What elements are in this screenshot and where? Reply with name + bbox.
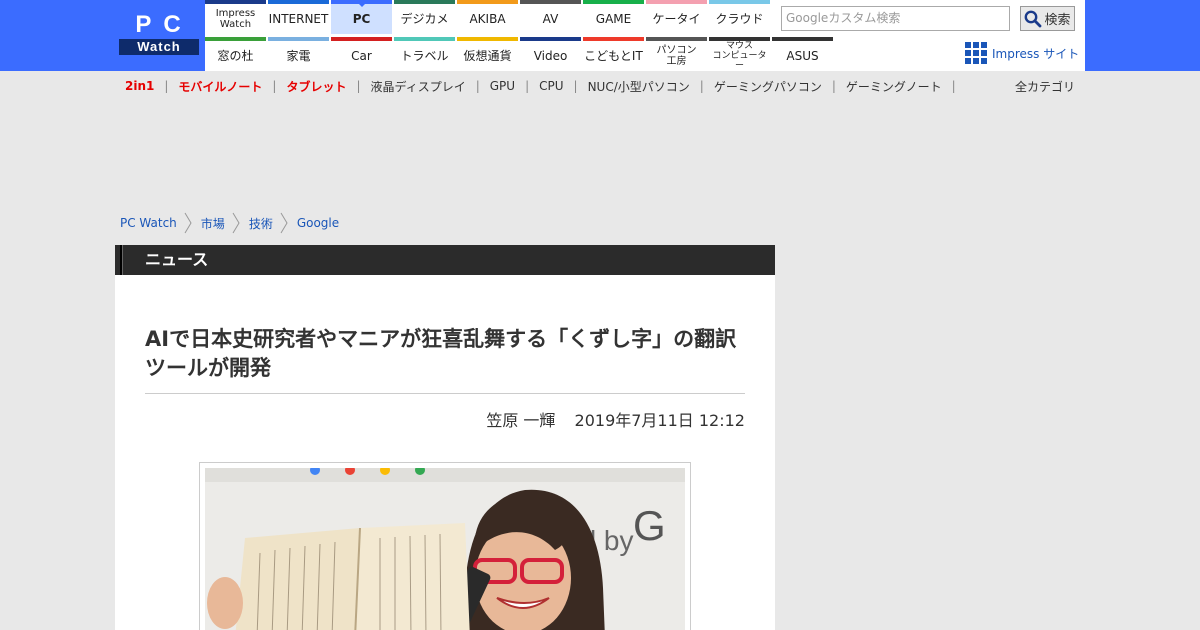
nav-tab-top[interactable]: デジカメ	[394, 0, 455, 34]
article-photo: ed by G	[205, 468, 685, 630]
nav-tab-top[interactable]: AV	[520, 0, 581, 34]
nav-tab-bottom[interactable]: Video	[520, 37, 581, 71]
nav-tab-top[interactable]: クラウド	[709, 0, 770, 34]
nav-tab-bottom[interactable]: 仮想通貨	[457, 37, 518, 71]
category-link[interactable]: タブレット	[286, 78, 346, 95]
category-separator: |	[475, 79, 480, 93]
category-link[interactable]: CPU	[539, 79, 563, 93]
breadcrumb-link[interactable]: Google	[297, 216, 339, 230]
category-link[interactable]: モバイルノート	[178, 78, 262, 95]
article-byline: 笠原 一輝 2019年7月11日 12:12	[486, 407, 745, 431]
section-header-accent	[120, 245, 123, 275]
pc-watch-logo[interactable]: PC Watch	[119, 12, 199, 55]
category-separator: |	[164, 79, 169, 93]
logo-pc-text: PC	[135, 11, 193, 38]
category-separator: |	[573, 79, 578, 93]
nav-tab-bottom[interactable]: パソコン 工房	[646, 37, 707, 71]
article-panel: AIで日本史研究者やマニアが狂喜乱舞する「くずし字」の翻訳ツールが開発 笠原 一…	[115, 275, 775, 630]
nav-tab-bottom[interactable]: マウス コンピューター	[709, 37, 770, 71]
category-separator: |	[525, 79, 530, 93]
nav-tab-top[interactable]: PC	[331, 0, 392, 34]
section-header: ニュース	[115, 245, 775, 275]
nav-tab-bottom[interactable]: 家電	[268, 37, 329, 71]
category-link[interactable]: GPU	[490, 79, 515, 93]
breadcrumb-link[interactable]: 技術	[249, 215, 273, 232]
category-separator: |	[356, 79, 361, 93]
photo-illustration: ed by G	[205, 468, 685, 630]
category-link[interactable]: ゲーミングノート	[846, 78, 942, 95]
category-link[interactable]: 液晶ディスプレイ	[371, 78, 466, 95]
title-divider	[145, 393, 745, 394]
nav-tab-bottom[interactable]: こどもとIT	[583, 37, 644, 71]
category-separator: |	[951, 79, 956, 93]
author-name: 笠原 一輝	[486, 411, 556, 430]
article-title: AIで日本史研究者やマニアが狂喜乱舞する「くずし字」の翻訳ツールが開発	[145, 327, 737, 380]
search-input[interactable]: Googleカスタム検索	[781, 6, 1010, 31]
search-icon	[1025, 10, 1042, 27]
category-separator: |	[831, 79, 836, 93]
article-photo-frame[interactable]: ed by G	[199, 462, 691, 630]
svg-text:G: G	[633, 502, 666, 549]
impress-sites-label: Impress サイト	[992, 46, 1080, 61]
nav-tab-bottom[interactable]: 窓の杜	[205, 37, 266, 71]
search-button[interactable]: 検索	[1020, 6, 1075, 31]
category-separator: |	[272, 79, 277, 93]
nav-tab-top[interactable]: AKIBA	[457, 0, 518, 34]
nav-tab-top[interactable]: INTERNET	[268, 0, 329, 34]
all-categories-link[interactable]: 全カテゴリ	[1015, 78, 1075, 95]
category-separator: |	[699, 79, 704, 93]
nav-tab-top[interactable]: ケータイ	[646, 0, 707, 34]
grid-icon	[965, 42, 987, 64]
category-link[interactable]: NUC/小型パソコン	[588, 78, 690, 95]
nav-tab-bottom[interactable]: ASUS	[772, 37, 833, 71]
category-link[interactable]: 2in1	[125, 79, 154, 93]
nav-tab-top[interactable]: GAME	[583, 0, 644, 34]
breadcrumb-link[interactable]: 市場	[201, 215, 225, 232]
nav-tab-bottom[interactable]: Car	[331, 37, 392, 71]
category-bar: 2in1 | モバイルノート | タブレット | 液晶ディスプレイ | GPU | CPU | NUC/…	[125, 78, 966, 94]
chevron-right-icon	[232, 212, 240, 234]
nav-tab-top[interactable]: Impress Watch	[205, 0, 266, 34]
nav-tab-bottom[interactable]: トラベル	[394, 37, 455, 71]
breadcrumb: PC Watch 市場 技術 Google	[120, 212, 339, 234]
search-button-label: 検索	[1044, 13, 1071, 28]
impress-sites-link[interactable]: Impress サイト	[965, 41, 1079, 65]
section-label: ニュース	[145, 250, 209, 269]
breadcrumb-link[interactable]: PC Watch	[120, 216, 177, 230]
category-link[interactable]: ゲーミングパソコン	[714, 78, 822, 95]
publish-date: 2019年7月11日 12:12	[574, 411, 745, 430]
chevron-right-icon	[184, 212, 192, 234]
chevron-right-icon	[280, 212, 288, 234]
logo-watch-text: Watch	[119, 39, 199, 55]
